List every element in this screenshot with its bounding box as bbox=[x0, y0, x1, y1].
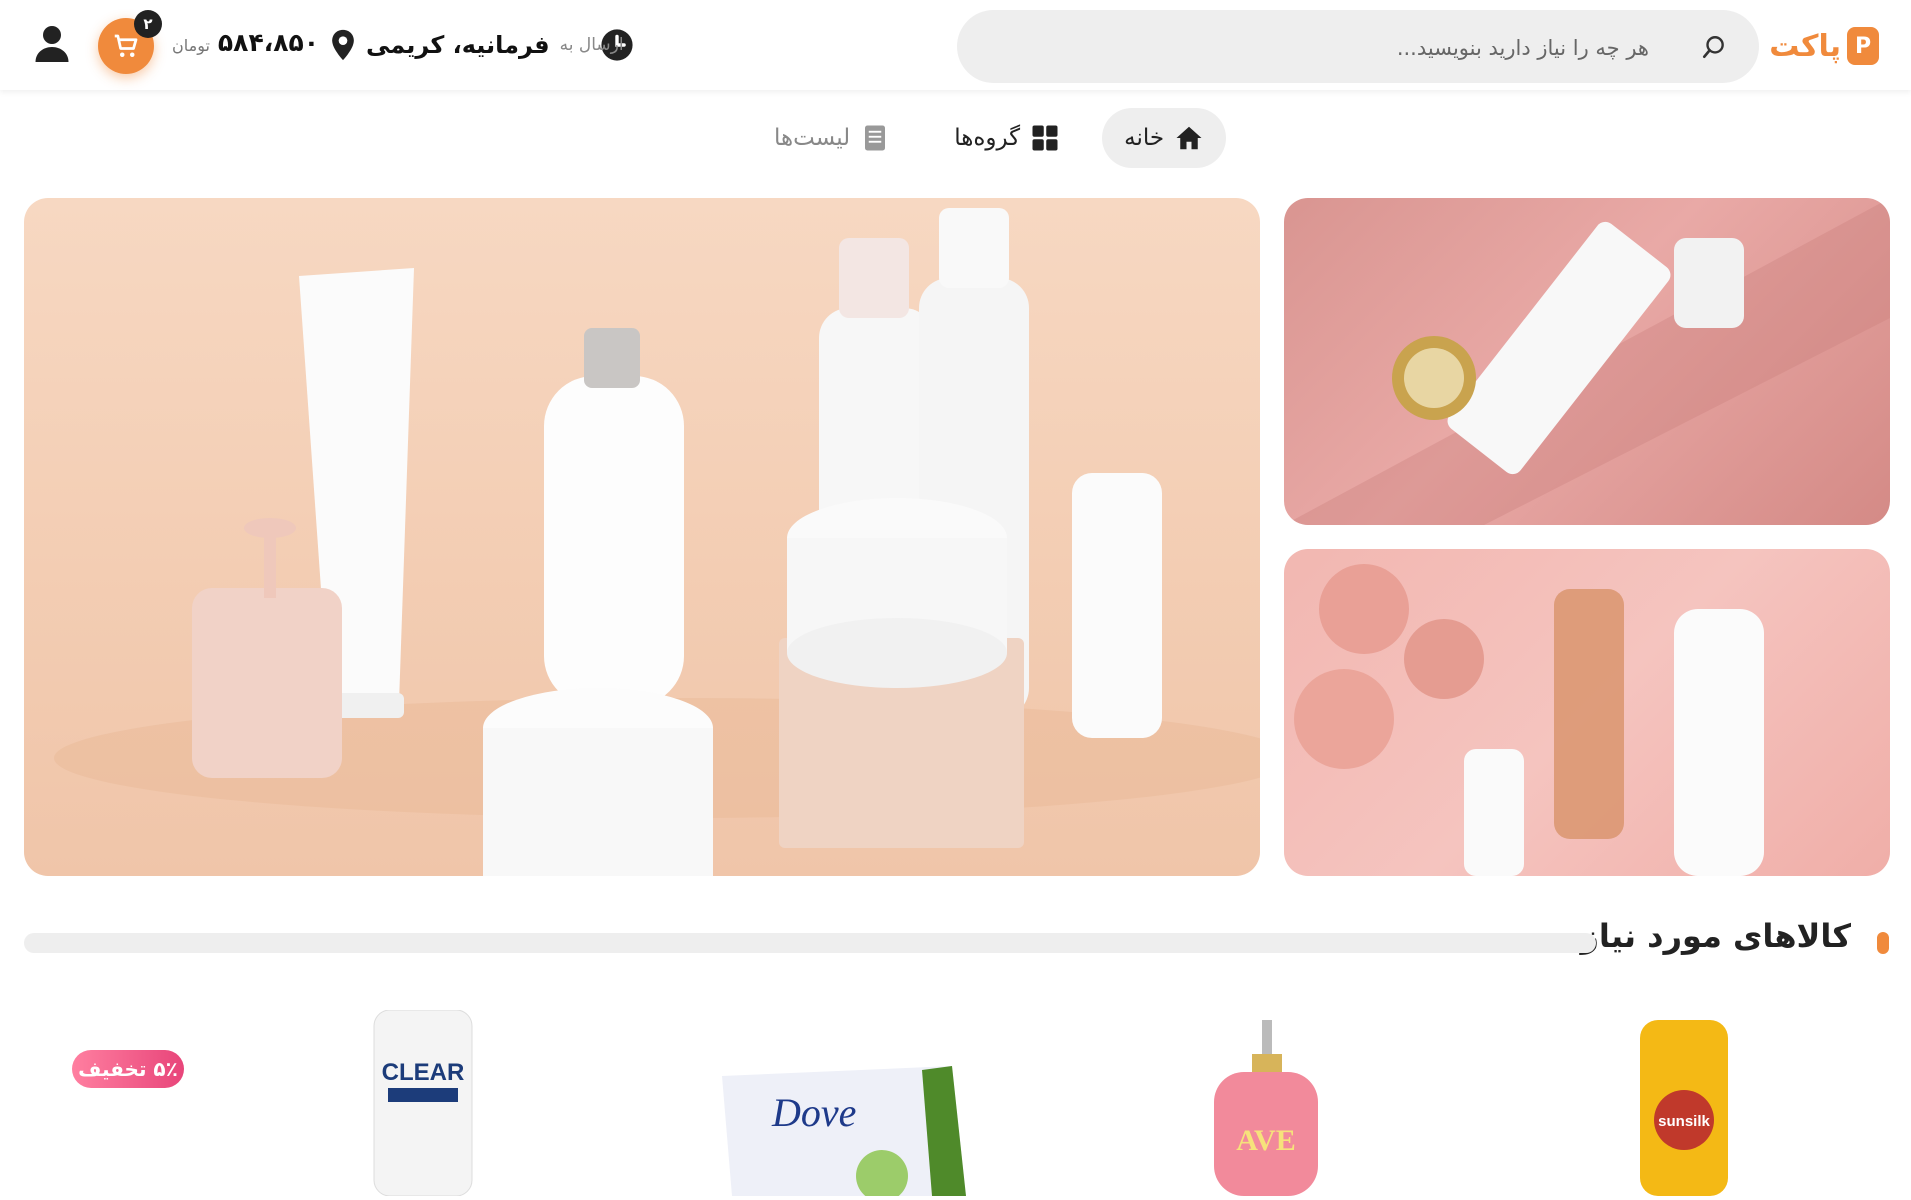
wallet-balance[interactable]: ۵۸۴،۸۵۰ تومان bbox=[172, 28, 319, 57]
main-nav: خانه گروه‌ها لیست‌ها bbox=[752, 108, 1227, 168]
delivery-location[interactable]: ارسال به فرمانیه، کریمی bbox=[330, 24, 624, 66]
tab-categories[interactable]: گروه‌ها bbox=[932, 108, 1082, 168]
product-brand: sunsilk bbox=[1658, 1113, 1710, 1130]
balance-amount: ۵۸۴،۸۵۰ bbox=[217, 28, 319, 57]
section-marker bbox=[1877, 932, 1889, 954]
logo-mark-icon: P bbox=[1847, 27, 1879, 65]
section-divider bbox=[24, 933, 1596, 953]
product-card-dove[interactable]: Dove bbox=[722, 1066, 966, 1200]
cart-count-badge: ۲ bbox=[134, 10, 162, 38]
tab-lists[interactable]: لیست‌ها bbox=[752, 108, 912, 168]
product-card-ave[interactable]: AVE bbox=[1208, 1020, 1324, 1200]
product-image: CLEAR bbox=[373, 1009, 473, 1197]
product-image: AVE bbox=[1214, 1020, 1318, 1196]
product-card-clear[interactable]: CLEAR bbox=[372, 1009, 474, 1200]
user-icon[interactable] bbox=[34, 24, 70, 64]
home-icon bbox=[1176, 126, 1202, 150]
location-pin-icon bbox=[332, 29, 354, 61]
discount-badge: ۵٪ تخفیف bbox=[72, 1050, 184, 1088]
tab-home-label: خانه bbox=[1124, 125, 1165, 151]
deliver-label: ارسال به bbox=[559, 35, 624, 55]
logo-text: پاکت bbox=[1769, 28, 1841, 64]
product-brand: AVE bbox=[1236, 1124, 1295, 1157]
tab-home[interactable]: خانه bbox=[1102, 108, 1227, 168]
product-card-sunsilk[interactable]: sunsilk bbox=[1640, 1020, 1728, 1200]
search-bar[interactable] bbox=[957, 10, 1759, 85]
balance-unit: تومان bbox=[172, 36, 210, 55]
serum-bottles-image bbox=[1294, 564, 1764, 876]
promo-banner-top[interactable] bbox=[1284, 198, 1890, 525]
product-brand: CLEAR bbox=[382, 1059, 465, 1086]
top-header: P پاکت ارسال به فرمانیه، کریمی ۵۸۴،۸۵۰ ت… bbox=[0, 0, 1911, 90]
grid-icon bbox=[1032, 125, 1058, 151]
product-image: Dove bbox=[722, 1066, 966, 1200]
list-icon bbox=[865, 125, 886, 151]
product-image: sunsilk bbox=[1640, 1020, 1728, 1196]
tab-lists-label: لیست‌ها bbox=[774, 125, 851, 151]
logo[interactable]: P پاکت bbox=[1769, 22, 1879, 70]
tab-categories-label: گروه‌ها bbox=[954, 125, 1021, 151]
search-input[interactable] bbox=[987, 10, 1651, 85]
skincare-products-image bbox=[54, 208, 1260, 876]
search-icon[interactable] bbox=[1701, 34, 1727, 60]
section-title: کالاهای مورد نیاز bbox=[1580, 917, 1852, 955]
cart-icon bbox=[114, 34, 138, 57]
main-promo-banner[interactable] bbox=[24, 198, 1260, 876]
cosmetics-flatlay-image bbox=[1284, 198, 1890, 525]
deliver-city: فرمانیه، کریمی bbox=[366, 31, 550, 59]
product-brand: Dove bbox=[771, 1090, 856, 1135]
promo-banner-bottom[interactable] bbox=[1284, 549, 1890, 876]
